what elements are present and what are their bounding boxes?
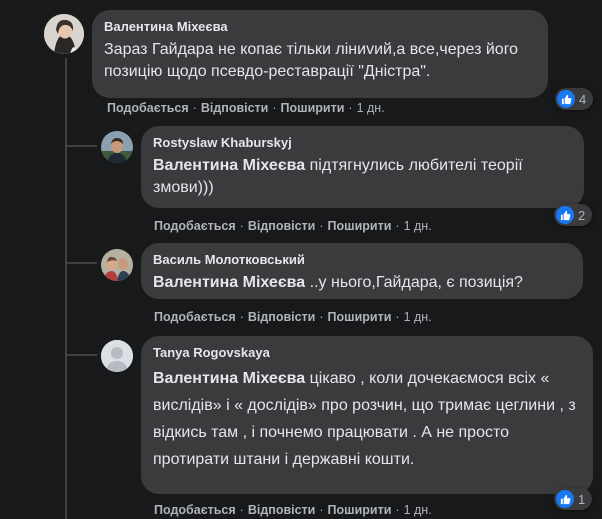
comment-author[interactable]: Василь Молотковський bbox=[153, 251, 571, 268]
like-icon bbox=[556, 206, 574, 224]
default-avatar-icon bbox=[101, 340, 133, 372]
separator: · bbox=[272, 101, 277, 115]
separator: · bbox=[192, 101, 197, 115]
separator: · bbox=[319, 310, 324, 324]
reply-button[interactable]: Відповісти bbox=[248, 219, 316, 233]
reply-branch-line bbox=[65, 145, 97, 147]
separator: · bbox=[319, 219, 324, 233]
separator: · bbox=[395, 503, 400, 517]
share-button[interactable]: Поширити bbox=[328, 219, 392, 233]
share-button[interactable]: Поширити bbox=[328, 503, 392, 517]
like-button[interactable]: Подобається bbox=[154, 310, 236, 324]
like-button[interactable]: Подобається bbox=[154, 219, 236, 233]
comment-body: ..у нього,Гайдара, є позиція? bbox=[309, 274, 523, 291]
avatar[interactable] bbox=[101, 249, 133, 281]
avatar[interactable] bbox=[101, 131, 133, 163]
share-button[interactable]: Поширити bbox=[328, 310, 392, 324]
separator: · bbox=[395, 219, 400, 233]
reaction-count: 1 bbox=[578, 491, 586, 507]
reaction-badge[interactable]: 2 bbox=[554, 204, 592, 226]
separator: · bbox=[239, 219, 244, 233]
comment-actions: Подобається · Відповісти · Поширити · 1 дн. bbox=[154, 310, 432, 324]
reply-button[interactable]: Відповісти bbox=[248, 310, 316, 324]
separator: · bbox=[348, 101, 353, 115]
reaction-count: 4 bbox=[579, 91, 587, 107]
avatar[interactable] bbox=[101, 340, 133, 372]
separator: · bbox=[239, 310, 244, 324]
comment-author[interactable]: Tanya Rogovskaya bbox=[153, 344, 581, 361]
mention-link[interactable]: Валентина Міхеєва bbox=[153, 274, 305, 291]
comment-author[interactable]: Rostyslaw Khaburskyj bbox=[153, 134, 572, 151]
like-icon bbox=[556, 490, 574, 508]
comment-timestamp[interactable]: 1 дн. bbox=[357, 101, 385, 115]
reply-branch-line bbox=[65, 262, 97, 264]
comment-actions: Подобається · Відповісти · Поширити · 1 дн. bbox=[107, 101, 385, 115]
user-photo-icon bbox=[44, 14, 84, 54]
reaction-badge[interactable]: 4 bbox=[555, 88, 593, 110]
comment-actions: Подобається · Відповісти · Поширити · 1 дн. bbox=[154, 219, 432, 233]
like-button[interactable]: Подобається bbox=[154, 503, 236, 517]
separator: · bbox=[319, 503, 324, 517]
comment-text: Валентина Міхеєва цікаво , коли дочекаєм… bbox=[153, 365, 581, 473]
comment-bubble: Tanya Rogovskaya Валентина Міхеєва цікав… bbox=[141, 336, 593, 494]
user-photo-icon bbox=[101, 249, 133, 281]
reaction-count: 2 bbox=[578, 207, 586, 223]
comment-actions: Подобається · Відповісти · Поширити · 1 дн. bbox=[154, 503, 432, 517]
comment-text: Зараз Гайдара не копає тільки ліниvий,а … bbox=[104, 41, 519, 80]
comment-author[interactable]: Валентина Міхеєва bbox=[104, 18, 536, 35]
reply-branch-line bbox=[65, 354, 97, 356]
comment-text: Валентина Міхеєва підтягнулись любителі … bbox=[153, 155, 572, 199]
comment-timestamp[interactable]: 1 дн. bbox=[404, 503, 432, 517]
like-icon bbox=[557, 90, 575, 108]
separator: · bbox=[239, 503, 244, 517]
reply-thread-line bbox=[65, 58, 67, 519]
comment-bubble: Василь Молотковський Валентина Міхеєва .… bbox=[141, 243, 583, 299]
reply-button[interactable]: Відповісти bbox=[248, 503, 316, 517]
comment-text: Валентина Міхеєва ..у нього,Гайдара, є п… bbox=[153, 272, 571, 294]
share-button[interactable]: Поширити bbox=[281, 101, 345, 115]
mention-link[interactable]: Валентина Міхеєва bbox=[153, 157, 305, 174]
avatar[interactable] bbox=[44, 14, 84, 54]
comment-bubble: Rostyslaw Khaburskyj Валентина Міхеєва п… bbox=[141, 126, 584, 208]
separator: · bbox=[395, 310, 400, 324]
comment-timestamp[interactable]: 1 дн. bbox=[404, 219, 432, 233]
mention-link[interactable]: Валентина Міхеєва bbox=[153, 370, 305, 387]
comment-bubble: Валентина Міхеєва Зараз Гайдара не копає… bbox=[92, 10, 548, 98]
like-button[interactable]: Подобається bbox=[107, 101, 189, 115]
reaction-badge[interactable]: 1 bbox=[554, 488, 592, 510]
comment-timestamp[interactable]: 1 дн. bbox=[404, 310, 432, 324]
user-photo-icon bbox=[101, 131, 133, 163]
reply-button[interactable]: Відповісти bbox=[201, 101, 269, 115]
